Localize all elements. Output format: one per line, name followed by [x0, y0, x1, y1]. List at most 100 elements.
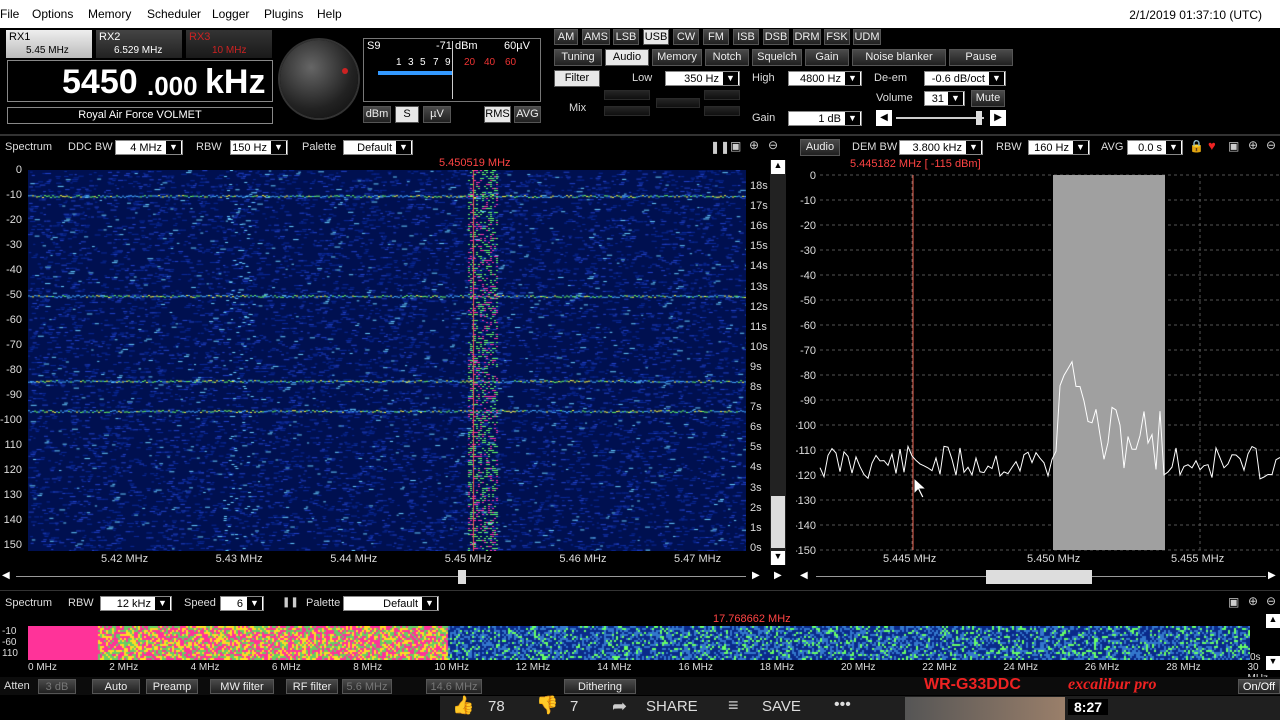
- audio-scroll-left-icon[interactable]: ◀: [800, 570, 808, 581]
- wide-scroll-down-icon[interactable]: ▼: [1266, 656, 1280, 670]
- slider-thumb[interactable]: [976, 111, 982, 125]
- spectrum-hscroll[interactable]: ◀ ▶ ▶: [0, 570, 790, 584]
- rf-filter-button[interactable]: RF filter: [286, 679, 338, 694]
- audio-rbw-dropdown[interactable]: 160 Hz ▼: [1028, 140, 1090, 155]
- rbw-dropdown[interactable]: 150 Hz ▼: [230, 140, 288, 155]
- frequency-display[interactable]: 5450 .000 kHz: [7, 60, 273, 102]
- mode-lsb[interactable]: LSB: [613, 29, 639, 45]
- share-icon[interactable]: ➦: [612, 696, 627, 717]
- unit-s-button[interactable]: S: [395, 106, 419, 123]
- audio-zoom-out-icon[interactable]: ⊖: [1266, 138, 1276, 152]
- scroll-left-icon[interactable]: ◀: [2, 570, 10, 581]
- menu-file[interactable]: File: [0, 7, 19, 21]
- deem-dropdown[interactable]: -0.6 dB/oct ▼: [924, 71, 1006, 86]
- pause-icon[interactable]: ❚❚: [710, 140, 730, 154]
- mode-drm[interactable]: DRM: [793, 29, 821, 45]
- wide-waterfall[interactable]: [28, 626, 1250, 660]
- audio-spectrum-plot[interactable]: 0 -10 -20 -30 -40 -50 -60 -70 -80 -90 -100 -110 -120…: [796, 168, 1280, 568]
- zoom-in-icon[interactable]: ⊕: [749, 138, 759, 152]
- mw-filter-button[interactable]: MW filter: [210, 679, 274, 694]
- rx3-tab[interactable]: RX3 10 MHz: [186, 30, 272, 58]
- menu-options[interactable]: Options: [32, 7, 73, 21]
- save-playlist-icon[interactable]: ≡: [728, 695, 739, 716]
- preamp-button[interactable]: Preamp: [146, 679, 198, 694]
- scroll-down-icon[interactable]: ▼: [771, 551, 785, 565]
- menu-memory[interactable]: Memory: [88, 7, 131, 21]
- audio-preset-2[interactable]: [604, 106, 650, 116]
- audio-hscroll[interactable]: ◀ ▶: [796, 570, 1280, 584]
- mode-fm[interactable]: FM: [703, 29, 729, 45]
- marker-icon[interactable]: ♥: [1208, 138, 1216, 153]
- rx2-tab[interactable]: RX2 6.529 MHz: [96, 30, 182, 58]
- tab-tuning[interactable]: Tuning: [554, 49, 602, 66]
- slider-left-icon[interactable]: ◀: [876, 110, 892, 126]
- mode-cw[interactable]: CW: [673, 29, 699, 45]
- scroll-end-icon[interactable]: ▶: [774, 570, 782, 581]
- tab-noise-blanker[interactable]: Noise blanker: [852, 49, 946, 66]
- audio-preset-4[interactable]: [704, 90, 740, 100]
- unit-dbm-button[interactable]: dBm: [363, 106, 391, 123]
- wide-scroll-up-icon[interactable]: ▲: [1266, 614, 1280, 628]
- wide-scrollbar[interactable]: ▲ ▼: [1266, 614, 1280, 674]
- rms-button[interactable]: RMS: [484, 106, 511, 123]
- unit-uv-button[interactable]: µV: [423, 106, 451, 123]
- palette-dropdown[interactable]: Default ▼: [343, 140, 413, 155]
- speed-dropdown[interactable]: 6 ▼: [220, 596, 264, 611]
- menu-scheduler[interactable]: Scheduler: [147, 7, 201, 21]
- audio-zoom-in-icon[interactable]: ⊕: [1248, 138, 1258, 152]
- mode-dsb[interactable]: DSB: [763, 29, 789, 45]
- avg-dropdown[interactable]: 0.0 s ▼: [1127, 140, 1183, 155]
- waterfall[interactable]: [28, 170, 746, 551]
- volume-dropdown[interactable]: 31 ▼: [924, 91, 965, 106]
- station-name[interactable]: Royal Air Force VOLMET: [7, 107, 273, 124]
- wide-pause-icon[interactable]: ❚❚: [282, 597, 299, 608]
- slider-right-icon[interactable]: ▶: [990, 110, 1006, 126]
- mute-button[interactable]: Mute: [971, 90, 1005, 107]
- audio-preset-1[interactable]: [604, 90, 650, 100]
- rx1-tab[interactable]: RX1 5.45 MHz: [6, 30, 92, 58]
- mode-fsk[interactable]: FSK: [824, 29, 850, 45]
- tab-squelch[interactable]: Squelch: [752, 49, 802, 66]
- save-icon[interactable]: ▣: [730, 139, 741, 153]
- volume-slider[interactable]: ◀ ▶: [876, 110, 1006, 126]
- mode-isb[interactable]: ISB: [733, 29, 759, 45]
- auto-button[interactable]: Auto: [92, 679, 140, 694]
- thumbs-up-icon[interactable]: 👍: [452, 695, 474, 716]
- atten-value[interactable]: 3 dB: [38, 679, 76, 694]
- low-dropdown[interactable]: 350 Hz ▼: [665, 71, 740, 86]
- menu-logger[interactable]: Logger: [212, 7, 249, 21]
- dithering-button[interactable]: Dithering: [564, 679, 636, 694]
- save-label[interactable]: SAVE: [762, 698, 801, 715]
- wide-zoom-out-icon[interactable]: ⊖: [1266, 594, 1276, 608]
- mode-am[interactable]: AM: [554, 29, 578, 45]
- high-dropdown[interactable]: 4800 Hz ▼: [788, 71, 862, 86]
- filter-button[interactable]: Filter: [554, 70, 600, 87]
- rf-filter-value-2[interactable]: 14.6 MHz: [426, 679, 482, 694]
- lock-icon[interactable]: 🔒: [1189, 139, 1204, 153]
- onoff-button[interactable]: On/Off: [1238, 679, 1280, 694]
- scroll-thumb-h[interactable]: [458, 570, 466, 584]
- scroll-up-icon[interactable]: ▲: [771, 160, 785, 174]
- share-label[interactable]: SHARE: [646, 698, 698, 715]
- scroll-thumb[interactable]: [771, 496, 785, 548]
- audio-save-icon[interactable]: ▣: [1228, 139, 1239, 153]
- mode-udm[interactable]: UDM: [853, 29, 881, 45]
- rf-filter-value[interactable]: 5.6 MHz: [342, 679, 392, 694]
- more-icon[interactable]: •••: [834, 696, 851, 714]
- menu-help[interactable]: Help: [317, 7, 342, 21]
- scroll-right-icon[interactable]: ▶: [752, 570, 760, 581]
- wide-palette-dropdown[interactable]: Default ▼: [343, 596, 439, 611]
- ddcbw-dropdown[interactable]: 4 MHz ▼: [115, 140, 183, 155]
- gain-dropdown[interactable]: 1 dB ▼: [788, 111, 862, 126]
- mode-usb[interactable]: USB: [643, 29, 669, 45]
- waterfall-scrollbar[interactable]: ▲ ▼: [770, 160, 786, 565]
- tuning-knob[interactable]: [280, 40, 358, 118]
- tab-audio[interactable]: Audio: [605, 49, 649, 66]
- avg-button[interactable]: AVG: [514, 106, 541, 123]
- tab-pause[interactable]: Pause: [949, 49, 1013, 66]
- dembw-dropdown[interactable]: 3.800 kHz ▼: [899, 140, 983, 155]
- audio-scroll-thumb[interactable]: [986, 570, 1092, 584]
- audio-pane-title[interactable]: Audio: [800, 139, 840, 156]
- tab-gain[interactable]: Gain: [805, 49, 849, 66]
- wide-save-icon[interactable]: ▣: [1228, 595, 1239, 609]
